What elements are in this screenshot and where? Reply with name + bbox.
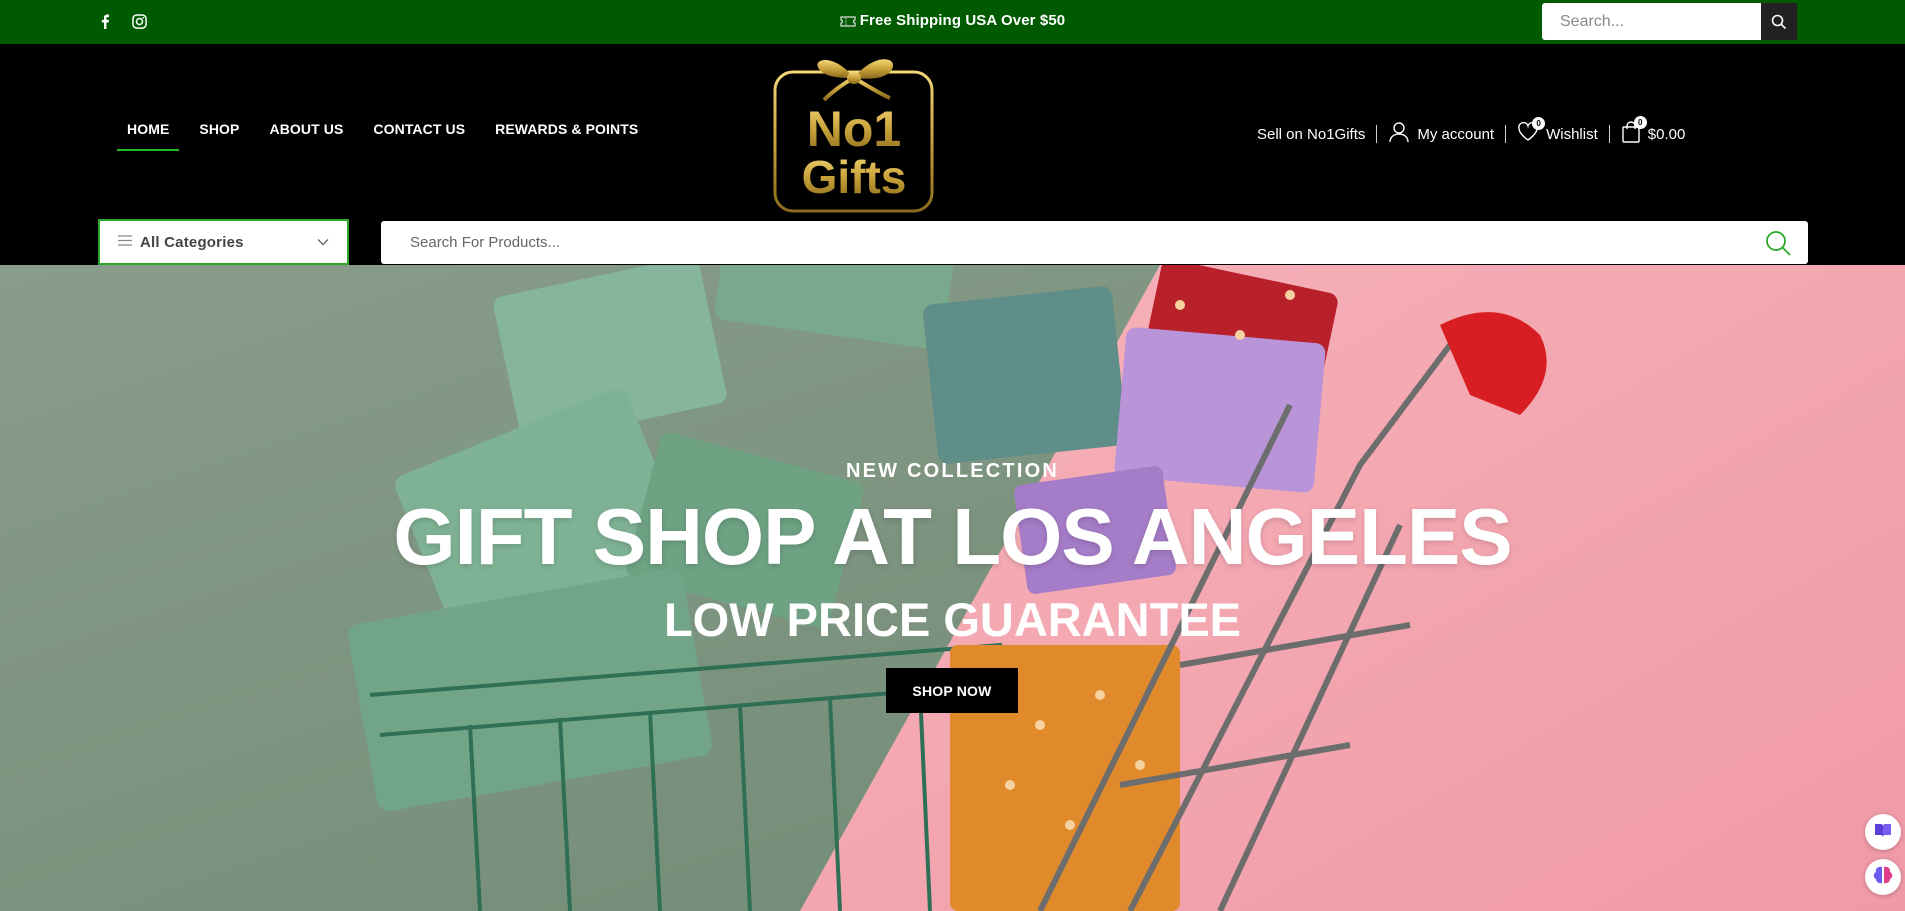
promo-text: Free Shipping USA Over $50 bbox=[859, 12, 1066, 29]
chevron-down-icon bbox=[317, 233, 329, 251]
nav-rewards-points[interactable]: REWARDS & POINTS bbox=[485, 121, 648, 149]
hero-headline: GIFT SHOP AT LOS ANGELES bbox=[393, 492, 1512, 581]
my-account-link[interactable]: My account bbox=[1388, 121, 1494, 147]
hero-subline: LOW PRICE GUARANTEE bbox=[663, 593, 1242, 646]
my-account-label: My account bbox=[1417, 125, 1495, 143]
search-icon bbox=[1766, 230, 1791, 256]
top-search-button[interactable] bbox=[1761, 3, 1797, 40]
search-icon bbox=[1771, 14, 1787, 29]
logo-line2: Gifts bbox=[802, 151, 907, 203]
reader-widget-button[interactable] bbox=[1865, 814, 1901, 850]
hero-background-image bbox=[0, 265, 1905, 911]
hamburger-icon bbox=[118, 233, 132, 251]
shopping-bag-icon: 0 bbox=[1621, 116, 1647, 147]
header-account-links: Sell on No1Gifts My account 0 Wishlist 0… bbox=[1257, 116, 1686, 147]
logo-line1: No1 bbox=[807, 101, 901, 157]
site-logo[interactable]: No1 Gifts bbox=[772, 50, 935, 214]
divider bbox=[1608, 125, 1610, 143]
cart-count-badge: 0 bbox=[1633, 116, 1647, 129]
top-search-box bbox=[1542, 3, 1796, 40]
nav-home[interactable]: HOME bbox=[117, 121, 180, 151]
cart-total: $0.00 bbox=[1647, 125, 1686, 143]
wishlist-count-badge: 0 bbox=[1532, 117, 1546, 130]
wishlist-link[interactable]: 0 Wishlist bbox=[1517, 117, 1598, 146]
cart-link[interactable]: 0 $0.00 bbox=[1621, 116, 1686, 147]
product-search-bar bbox=[381, 221, 1808, 264]
hero-banner: NEW COLLECTION GIFT SHOP AT LOS ANGELES … bbox=[0, 265, 1905, 911]
nav-shop[interactable]: SHOP bbox=[189, 121, 249, 149]
shop-now-button[interactable]: SHOP NOW bbox=[886, 668, 1018, 713]
nav-about-us[interactable]: ABOUT US bbox=[259, 121, 353, 149]
all-categories-label: All Categories bbox=[140, 233, 244, 251]
hero-eyebrow: NEW COLLECTION bbox=[845, 460, 1059, 482]
wishlist-label: Wishlist bbox=[1546, 125, 1598, 143]
brain-icon bbox=[1872, 865, 1894, 890]
product-search-input[interactable] bbox=[381, 222, 1758, 263]
top-search-input[interactable] bbox=[1542, 3, 1796, 40]
divider bbox=[1376, 125, 1378, 143]
top-announcement-bar: Free Shipping USA Over $50 bbox=[0, 0, 1905, 44]
all-categories-dropdown[interactable]: All Categories bbox=[98, 219, 349, 265]
product-search-button[interactable] bbox=[1758, 223, 1798, 263]
user-icon bbox=[1388, 121, 1410, 147]
main-nav: HOME SHOP ABOUT US CONTACT US REWARDS & … bbox=[117, 121, 658, 151]
heart-icon: 0 bbox=[1517, 117, 1546, 146]
divider bbox=[1505, 125, 1507, 143]
book-icon bbox=[1874, 822, 1892, 843]
ticket-icon bbox=[840, 14, 856, 31]
ai-assistant-button[interactable] bbox=[1865, 859, 1901, 895]
nav-contact-us[interactable]: CONTACT US bbox=[363, 121, 475, 149]
sell-link[interactable]: Sell on No1Gifts bbox=[1257, 126, 1365, 143]
